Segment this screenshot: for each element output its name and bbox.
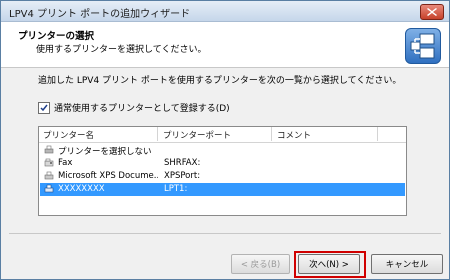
printer-list[interactable]: プリンター名 プリンターポート コメント プリンターを選択しない Fax SHR… (38, 126, 407, 216)
printer-icon (44, 171, 54, 181)
printer-none-icon (44, 145, 54, 155)
close-button[interactable] (420, 4, 444, 20)
list-item[interactable]: Fax SHRFAX: (40, 157, 405, 170)
printer-icon (44, 184, 54, 194)
column-printer-name[interactable]: プリンター名 (43, 129, 94, 141)
wizard-header: プリンターの選択 使用するプリンターを選択してください。 (1, 22, 449, 68)
column-printer-port[interactable]: プリンターポート (163, 129, 231, 141)
printer-port-icon (405, 28, 441, 64)
back-button[interactable]: < 戻る(B) (231, 254, 290, 274)
window-title: LPV4 プリント ポートの追加ウィザード (9, 9, 191, 20)
printer-name: XXXXXXXX (58, 184, 105, 194)
footer-divider (9, 233, 441, 234)
default-printer-option[interactable]: 通常使用するプリンターとして登録する(D) (38, 101, 230, 114)
printer-port: XPSPort: (164, 171, 201, 181)
default-printer-label: 通常使用するプリンターとして登録する(D) (54, 104, 230, 114)
list-item-selected[interactable]: XXXXXXXX LPT1: (40, 183, 405, 196)
checkmark-icon (40, 104, 48, 111)
title-bar: LPV4 プリント ポートの追加ウィザード (1, 1, 449, 22)
wizard-window: LPV4 プリント ポートの追加ウィザード プリンターの選択 使用するプリンター… (0, 0, 450, 280)
page-subtitle: 使用するプリンターを選択してください。 (36, 45, 207, 55)
printer-port: SHRFAX: (164, 158, 201, 168)
close-icon (427, 8, 437, 16)
fax-icon (44, 158, 54, 168)
next-button-highlight (294, 251, 366, 278)
column-divider (377, 127, 378, 141)
page-title: プリンターの選択 (18, 31, 95, 42)
column-comment[interactable]: コメント (277, 129, 311, 141)
list-header: プリンター名 プリンターポート コメント (39, 127, 406, 143)
printer-port: LPT1: (164, 184, 188, 194)
list-item[interactable]: プリンターを選択しない (40, 144, 405, 157)
printer-name: プリンターを選択しない (58, 147, 152, 157)
cancel-button[interactable]: キャンセル (371, 254, 443, 274)
default-printer-checkbox[interactable] (38, 101, 50, 114)
printer-name: Microsoft XPS Docume... (58, 171, 158, 181)
list-item[interactable]: Microsoft XPS Docume... XPSPort: (40, 170, 405, 183)
instruction-text: 追加した LPV4 プリント ポートを使用するプリンターを次の一覧から選択してく… (38, 76, 402, 86)
column-divider (271, 127, 272, 141)
printer-name: Fax (58, 158, 73, 168)
column-divider (157, 127, 158, 141)
